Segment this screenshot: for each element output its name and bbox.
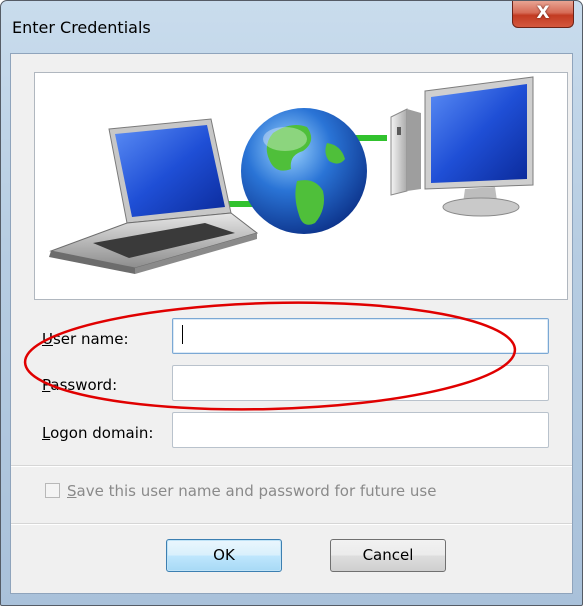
laptop-icon [49, 118, 259, 274]
dialog-title: Enter Credentials [12, 18, 151, 37]
password-input[interactable] [172, 365, 549, 401]
logon-domain-label: Logon domain: [42, 424, 154, 442]
save-credentials-label[interactable]: Save this user name and password for fut… [67, 482, 436, 500]
desktop-computer-icon [390, 76, 534, 217]
text-caret [182, 325, 183, 344]
close-button[interactable]: X [512, 1, 574, 28]
logon-domain-input[interactable] [172, 412, 549, 448]
user-name-label: User name: [42, 330, 129, 348]
password-label: Password: [42, 376, 118, 394]
close-icon: X [536, 3, 550, 23]
network-banner [34, 72, 568, 300]
save-credentials-checkbox[interactable] [45, 483, 60, 498]
divider-bottom [11, 523, 572, 525]
credentials-dialog: Enter Credentials X User name: Password:… [0, 0, 583, 606]
dialog-body: User name: Password: Logon domain: [10, 53, 573, 594]
user-name-input[interactable] [172, 318, 549, 354]
title-bar[interactable]: Enter Credentials X [1, 1, 582, 53]
ok-button[interactable]: OK [166, 539, 282, 572]
network-illustration [49, 76, 534, 274]
cancel-button[interactable]: Cancel [330, 539, 446, 572]
globe-icon [241, 108, 367, 234]
divider-top [11, 465, 572, 467]
